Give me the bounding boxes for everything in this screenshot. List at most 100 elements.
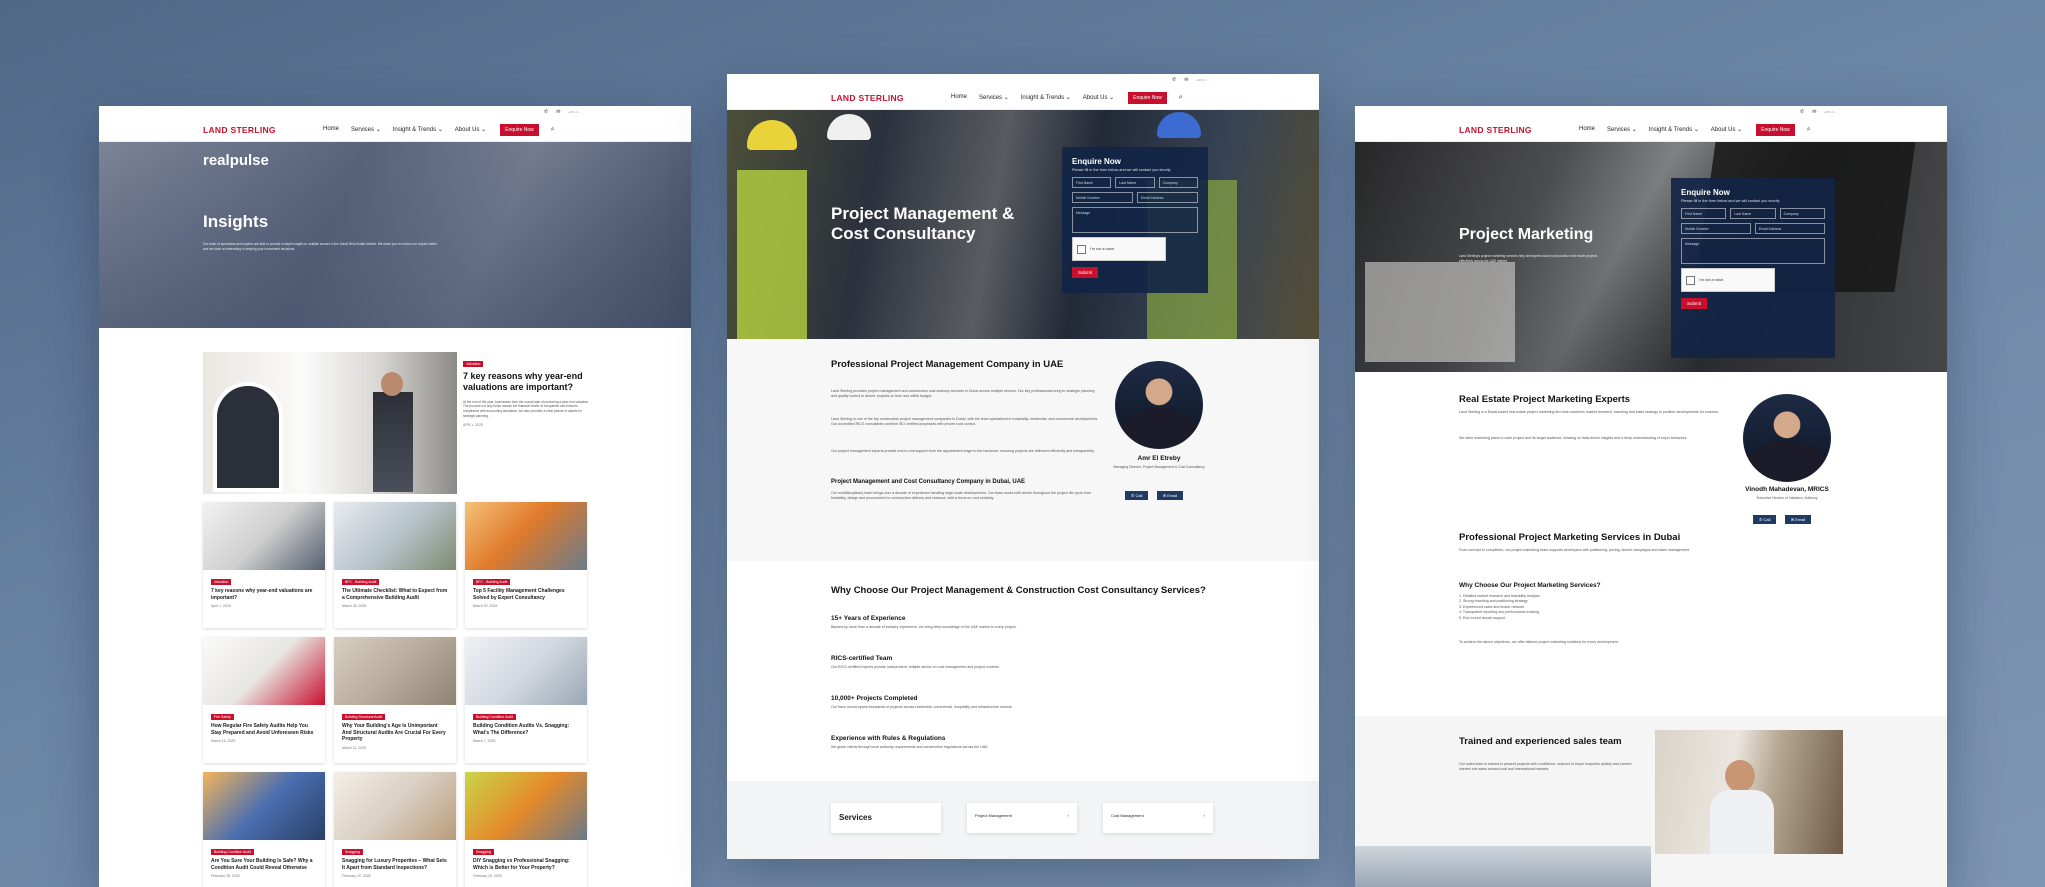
chevron-right-icon: › xyxy=(1067,813,1069,818)
services-heading: Professional Project Marketing Services … xyxy=(1459,532,1681,543)
article-title[interactable]: Top 5 Facility Management Challenges Sol… xyxy=(465,588,587,601)
article-title[interactable]: Snagging for Luxury Properties – What Se… xyxy=(334,858,456,871)
first-name-input[interactable]: First Name xyxy=(1681,208,1727,219)
enquire-now-button[interactable]: Enquire Now xyxy=(500,123,539,136)
enquire-now-button[interactable]: Enquire Now xyxy=(1756,123,1795,136)
article-card[interactable]: Building Condition Audit Are You Sure You… xyxy=(203,772,325,887)
nav-insight[interactable]: Insight & Trends ⌄ xyxy=(393,126,443,133)
article-tag[interactable]: Snagging xyxy=(473,849,494,855)
phone-icon[interactable]: ✆ xyxy=(1172,77,1176,83)
call-button[interactable]: ✆ Call xyxy=(1753,515,1777,524)
article-title[interactable]: 7 key reasons why year-end valuations ar… xyxy=(203,588,325,601)
article-image[interactable] xyxy=(203,637,325,705)
article-title[interactable]: Are You Sure Your Building Is Safe? Why … xyxy=(203,858,325,871)
last-name-input[interactable]: Last Name xyxy=(1115,177,1155,188)
article-card[interactable]: Building Condition Audit Building Conditi… xyxy=(465,637,587,763)
nav-home[interactable]: Home xyxy=(323,126,339,133)
article-card[interactable]: Building Structural Audit Why Your Buildi… xyxy=(334,637,456,763)
article-title[interactable]: How Regular Fire Safety Audits Help You … xyxy=(203,723,325,736)
article-title[interactable]: Building Condition Audits Vs. Snagging: … xyxy=(465,723,587,736)
article-card[interactable]: Snagging Snagging for Luxury Properties –… xyxy=(334,772,456,887)
nav-about[interactable]: About Us ⌄ xyxy=(1711,126,1742,133)
article-card[interactable]: Snagging DIY Snagging vs Professional Sna… xyxy=(465,772,587,887)
company-input[interactable]: Company xyxy=(1779,208,1825,219)
submit-button[interactable]: Submit xyxy=(1681,298,1708,309)
nav-services[interactable]: Services ⌄ xyxy=(979,94,1009,101)
nav-home[interactable]: Home xyxy=(951,94,967,101)
last-name-input[interactable]: Last Name xyxy=(1730,208,1776,219)
nav-home[interactable]: Home xyxy=(1579,126,1595,133)
logo[interactable]: LAND STERLING xyxy=(831,93,951,103)
article-card[interactable]: BFC - Building Audit The Ultimate Checkli… xyxy=(334,502,456,628)
article-title[interactable]: Why Your Building's Age Is Unimportant A… xyxy=(334,723,456,743)
article-tag[interactable]: Fire Safety xyxy=(211,714,234,720)
mail-icon[interactable]: ✉ xyxy=(556,109,560,115)
search-icon[interactable]: ⌕ xyxy=(1807,126,1811,134)
company-input[interactable]: Company xyxy=(1158,177,1198,188)
captcha-checkbox[interactable] xyxy=(1686,275,1695,285)
email-input[interactable]: Email Address xyxy=(1137,192,1198,203)
article-tag[interactable]: Valuation xyxy=(211,579,232,585)
nav-services[interactable]: Services ⌄ xyxy=(351,126,381,133)
featured-tag[interactable]: Valuation xyxy=(463,361,484,367)
message-input[interactable]: Message xyxy=(1072,207,1198,233)
enquire-now-button[interactable]: Enquire Now xyxy=(1128,91,1167,104)
article-tag[interactable]: BFC - Building Audit xyxy=(473,579,511,585)
first-name-input[interactable]: First Name xyxy=(1072,177,1112,188)
article-title[interactable]: The Ultimate Checklist: What to Expect f… xyxy=(334,588,456,601)
message-input[interactable]: Message xyxy=(1681,238,1825,264)
logo[interactable]: LAND STERLING xyxy=(1459,125,1579,135)
article-image[interactable] xyxy=(203,772,325,840)
article-tag[interactable]: Building Structural Audit xyxy=(342,714,386,720)
mail-icon[interactable]: ✉ xyxy=(1184,77,1188,83)
sales-section: Trained and experienced sales team Our s… xyxy=(1355,716,1947,887)
mail-icon[interactable]: ✉ xyxy=(1812,109,1816,115)
article-tag[interactable]: Building Condition Audit xyxy=(473,714,516,720)
phone-icon[interactable]: ✆ xyxy=(1800,109,1804,115)
service-card-project-management[interactable]: Project Management › xyxy=(967,803,1077,833)
article-tag[interactable]: Snagging xyxy=(342,849,363,855)
nav-about[interactable]: About Us ⌄ xyxy=(1083,94,1114,101)
article-image[interactable] xyxy=(334,502,456,570)
featured-title[interactable]: 7 key reasons why year-end valuations ar… xyxy=(463,371,593,394)
marketing-hero: Project Marketing Land Sterling's projec… xyxy=(1355,142,1947,372)
phone-icon[interactable]: ✆ xyxy=(544,109,548,115)
mobile-input[interactable]: Mobile Number xyxy=(1072,192,1133,203)
laptop-image xyxy=(1355,846,1651,887)
call-button[interactable]: ✆ Call xyxy=(1125,491,1149,500)
nav-about[interactable]: About Us ⌄ xyxy=(455,126,486,133)
mobile-input[interactable]: Mobile Number xyxy=(1681,223,1751,234)
service-card-cost-management[interactable]: Cost Management › xyxy=(1103,803,1213,833)
article-card[interactable]: Valuation 7 key reasons why year-end valu… xyxy=(203,502,325,628)
chevron-right-icon: › xyxy=(1203,813,1205,818)
submit-button[interactable]: Submit xyxy=(1072,267,1099,278)
article-card[interactable]: Fire Safety How Regular Fire Safety Audit… xyxy=(203,637,325,763)
why-heading: Why Choose Our Project Marketing Service… xyxy=(1459,582,1601,589)
main-nav: LAND STERLING Home Services ⌄ Insight & … xyxy=(1355,118,1947,142)
search-icon[interactable]: ⌕ xyxy=(1179,94,1183,102)
article-image[interactable] xyxy=(203,502,325,570)
article-image[interactable] xyxy=(334,637,456,705)
article-image[interactable] xyxy=(465,502,587,570)
nav-insight[interactable]: Insight & Trends ⌄ xyxy=(1021,94,1071,101)
captcha[interactable]: I'm not a robot xyxy=(1072,237,1166,261)
article-tag[interactable]: Building Condition Audit xyxy=(211,849,254,855)
enquiry-form: Enquire Now Please fill in the form belo… xyxy=(1062,147,1208,293)
captcha[interactable]: I'm not a robot xyxy=(1681,268,1775,292)
email-button[interactable]: ✉ Email xyxy=(1784,515,1812,524)
article-tag[interactable]: BFC - Building Audit xyxy=(342,579,380,585)
article-card[interactable]: BFC - Building Audit Top 5 Facility Manag… xyxy=(465,502,587,628)
section-heading: Professional Project Management Company … xyxy=(831,359,1064,370)
logo[interactable]: LAND STERLING xyxy=(203,125,323,135)
email-button[interactable]: ✉ Email xyxy=(1156,491,1184,500)
search-icon[interactable]: ⌕ xyxy=(551,126,555,134)
article-title[interactable]: DIY Snagging vs Professional Snagging: W… xyxy=(465,858,587,871)
nav-insight[interactable]: Insight & Trends ⌄ xyxy=(1649,126,1699,133)
nav-services[interactable]: Services ⌄ xyxy=(1607,126,1637,133)
email-input[interactable]: Email Address xyxy=(1755,223,1825,234)
captcha-checkbox[interactable] xyxy=(1077,244,1086,254)
article-image[interactable] xyxy=(334,772,456,840)
article-image[interactable] xyxy=(465,772,587,840)
featured-image[interactable] xyxy=(203,352,457,494)
article-image[interactable] xyxy=(465,637,587,705)
